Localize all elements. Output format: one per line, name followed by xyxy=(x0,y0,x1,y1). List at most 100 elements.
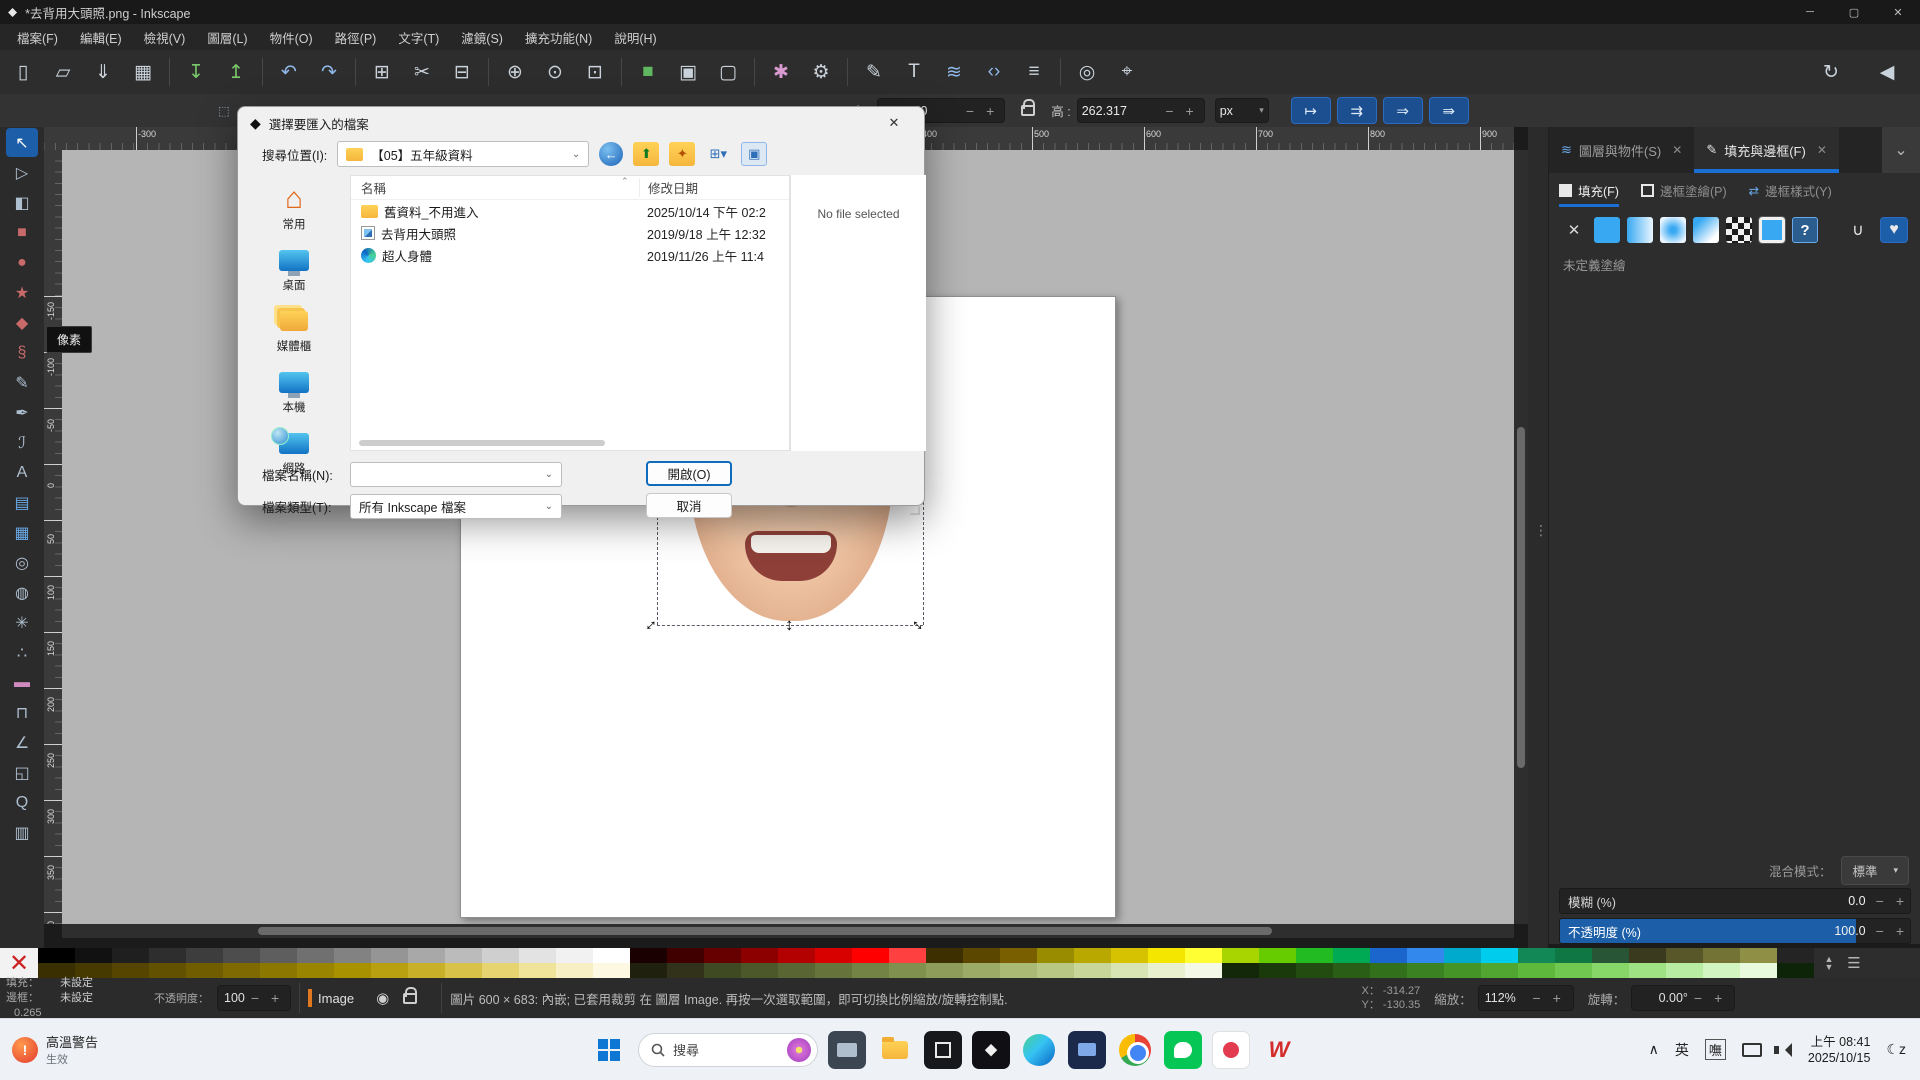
mail-app-icon[interactable] xyxy=(1068,1031,1106,1069)
palette-swatch[interactable] xyxy=(778,948,797,963)
palette-swatch[interactable] xyxy=(852,963,871,978)
clone-icon[interactable]: ✱ xyxy=(762,54,800,90)
new-folder-button[interactable]: ✦ xyxy=(669,142,695,166)
tool-box-3d[interactable]: ◆ xyxy=(6,308,38,337)
palette-swatch[interactable] xyxy=(612,963,631,978)
tool-star[interactable]: ★ xyxy=(6,278,38,307)
palette-swatch[interactable] xyxy=(1278,963,1297,978)
palette-swatch[interactable] xyxy=(1444,948,1463,963)
menu-檢視(V)[interactable]: 檢視(V) xyxy=(133,24,197,51)
menu-濾鏡(S)[interactable]: 濾鏡(S) xyxy=(450,24,514,51)
file-row[interactable]: 舊資料_不用進入2025/10/14 下午 02:2 xyxy=(351,200,789,222)
palette-swatch[interactable] xyxy=(1463,948,1482,963)
palette-swatch[interactable] xyxy=(1315,948,1334,963)
snap-toggle-icon[interactable]: ↻ xyxy=(1812,54,1850,90)
tab-label[interactable]: 圖層與物件(S) xyxy=(1579,141,1661,160)
minimize-button[interactable]: ─ xyxy=(1788,0,1832,24)
text-tool-cmd-icon[interactable]: T xyxy=(895,54,933,90)
palette-swatch[interactable] xyxy=(1629,948,1648,963)
palette-swatch[interactable] xyxy=(1370,963,1389,978)
weather-widget[interactable]: ! 高溫警告 生效 xyxy=(0,1032,190,1067)
palette-swatch[interactable] xyxy=(223,948,242,963)
palette-swatch[interactable] xyxy=(1648,963,1667,978)
gradient-cmd-icon[interactable]: ≋ xyxy=(935,54,973,90)
width-minus[interactable]: − xyxy=(960,103,980,119)
palette-swatch[interactable] xyxy=(501,963,520,978)
palette-swatch[interactable] xyxy=(1148,963,1167,978)
blur-value[interactable]: 0.0 xyxy=(1848,894,1869,908)
mesh-gradient-button[interactable] xyxy=(1693,217,1719,243)
tool-pages-tool[interactable]: ◱ xyxy=(6,758,38,787)
palette-swatch[interactable] xyxy=(131,963,150,978)
palette-swatch[interactable] xyxy=(852,948,871,963)
palette-swatch[interactable] xyxy=(1241,963,1260,978)
zoom-spinbox[interactable]: 112% − + xyxy=(1478,985,1574,1011)
start-button[interactable] xyxy=(590,1031,628,1069)
opacity-slider[interactable]: 不透明度 (%) 100.0 − + xyxy=(1559,918,1911,944)
palette-swatch[interactable] xyxy=(704,948,723,963)
tool-text-tool[interactable]: A xyxy=(6,458,38,487)
ime-mode[interactable]: 嘸 xyxy=(1705,1039,1726,1060)
palette-swatch[interactable] xyxy=(1611,963,1630,978)
palette-swatch[interactable] xyxy=(1352,948,1371,963)
palette-swatch[interactable] xyxy=(1426,963,1445,978)
zoom-selection-icon[interactable]: ⊕ xyxy=(496,54,534,90)
palette-swatch[interactable] xyxy=(1407,963,1426,978)
menu-擴充功能(N)[interactable]: 擴充功能(N) xyxy=(514,24,603,51)
menu-物件(O)[interactable]: 物件(O) xyxy=(259,24,324,51)
palette-swatch[interactable] xyxy=(186,963,205,978)
palette-swatch[interactable] xyxy=(1796,948,1815,963)
palette-swatch[interactable] xyxy=(723,963,742,978)
palette-swatch[interactable] xyxy=(1722,948,1741,963)
address-combo[interactable]: 【05】五年級資料 ⌄ xyxy=(337,141,589,167)
palette-swatch[interactable] xyxy=(686,948,705,963)
column-name[interactable]: 名稱 xyxy=(351,178,639,197)
filename-chevron-icon[interactable]: ⌄ xyxy=(545,469,553,480)
fill-rule-nonzero-icon[interactable]: ∪ xyxy=(1844,217,1872,243)
palette-swatch[interactable] xyxy=(353,948,372,963)
address-value[interactable]: 【05】五年級資料 xyxy=(371,145,472,164)
palette-swatch[interactable] xyxy=(1204,963,1223,978)
dialog-close-icon[interactable]: ✕ xyxy=(876,115,912,131)
palette-swatch[interactable] xyxy=(1592,963,1611,978)
subtab-stroke-paint[interactable]: 邊框塗繪(P) xyxy=(1641,173,1727,207)
palette-swatch[interactable] xyxy=(1056,963,1075,978)
pattern-button[interactable] xyxy=(1726,217,1752,243)
rotation-plus[interactable]: + xyxy=(1708,990,1728,1006)
up-folder-button[interactable]: ⬆ xyxy=(633,142,659,166)
media-app-icon[interactable] xyxy=(1212,1031,1250,1069)
palette-swatch[interactable] xyxy=(1074,963,1093,978)
file-name-cell[interactable]: 舊資料_不用進入 xyxy=(351,202,639,221)
vertical-scrollbar[interactable] xyxy=(1514,150,1528,924)
palette-swatch[interactable] xyxy=(408,963,427,978)
palette-swatch[interactable] xyxy=(371,948,390,963)
tool-snap-tool[interactable]: ▥ xyxy=(6,818,38,847)
palette-swatch[interactable] xyxy=(519,948,538,963)
swatch-button[interactable] xyxy=(1759,217,1785,243)
height-spinbox[interactable]: 262.317 − + xyxy=(1077,98,1205,123)
save-document-icon[interactable]: ⇓ xyxy=(84,54,122,90)
dialog-resize-grip[interactable] xyxy=(910,505,920,515)
palette-swatch[interactable] xyxy=(427,948,446,963)
scale-stroke-toggle[interactable]: ↦ xyxy=(1291,97,1331,124)
palette-swatch[interactable] xyxy=(149,948,168,963)
height-plus[interactable]: + xyxy=(1180,103,1200,119)
address-chevron-icon[interactable]: ⌄ xyxy=(572,149,580,160)
palette-swatch[interactable] xyxy=(371,963,390,978)
search-placeholder[interactable]: 搜尋 xyxy=(673,1040,699,1059)
palette-swatch[interactable] xyxy=(871,948,890,963)
layer-lock-icon[interactable] xyxy=(403,993,417,1004)
palette-swatch[interactable] xyxy=(538,963,557,978)
palette-swatch[interactable] xyxy=(815,963,834,978)
palette-swatch[interactable] xyxy=(1574,948,1593,963)
preview-pane-button[interactable]: ▣ xyxy=(741,142,767,166)
palette-swatch[interactable] xyxy=(297,963,316,978)
palette-swatch[interactable] xyxy=(1537,963,1556,978)
palette-swatch[interactable] xyxy=(242,948,261,963)
palette-swatch[interactable] xyxy=(1259,948,1278,963)
palette-swatch[interactable] xyxy=(1315,963,1334,978)
palette-swatch[interactable] xyxy=(279,963,298,978)
tool-paint-bucket[interactable]: ◍ xyxy=(6,578,38,607)
palette-swatch[interactable] xyxy=(1296,963,1315,978)
subtab-stroke-style[interactable]: ⇄ 邊框樣式(Y) xyxy=(1749,173,1832,207)
